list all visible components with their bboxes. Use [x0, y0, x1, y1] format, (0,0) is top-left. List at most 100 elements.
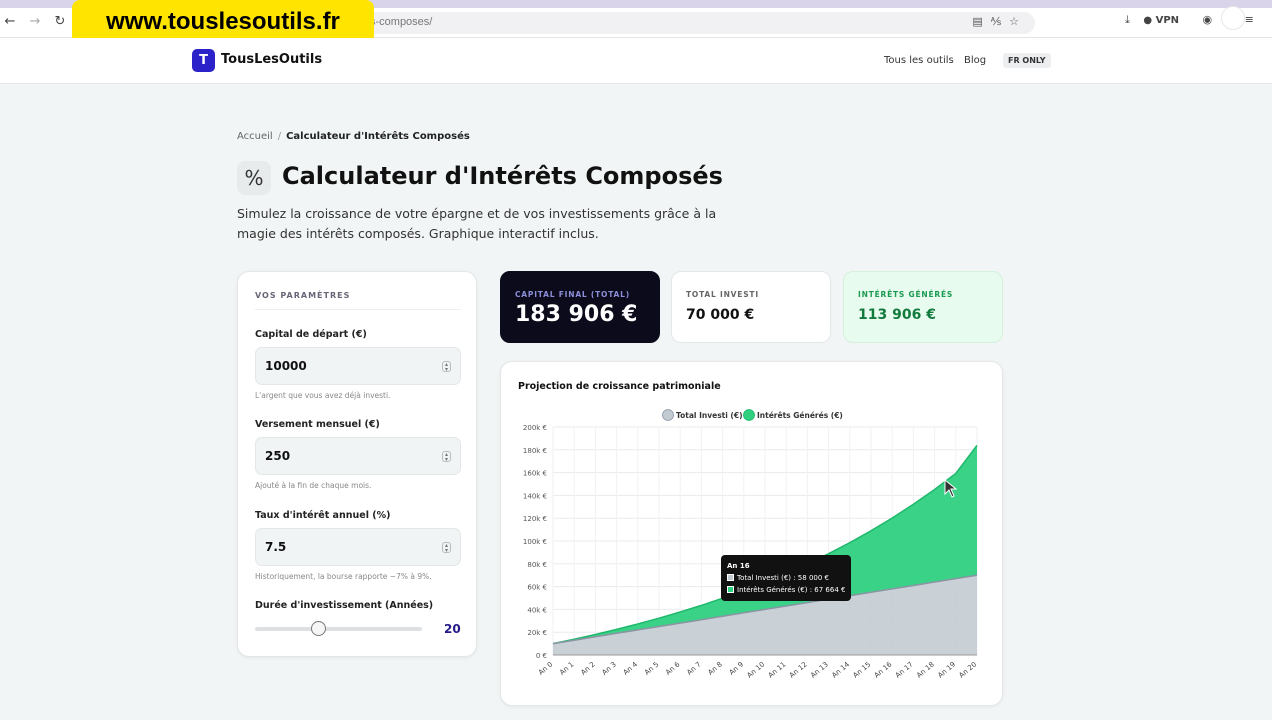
x-tick-label: An 2: [579, 660, 596, 676]
monthly-label: Versement mensuel (€): [255, 419, 380, 430]
monthly-hint: Ajouté à la fin de chaque mois.: [255, 481, 372, 490]
stat-value: 70 000 €: [686, 307, 755, 323]
nav-link-blog[interactable]: Blog: [964, 55, 986, 66]
y-tick-label: 100k €: [523, 538, 547, 546]
reader-icon: ▤: [972, 15, 991, 28]
y-tick-label: 0 €: [536, 652, 547, 660]
page-description: Simulez la croissance de votre épargne e…: [237, 206, 717, 241]
translate-icon: ⅍: [990, 15, 1010, 28]
tooltip-line-invested: Total Investi (€) : 58 000 €: [727, 572, 845, 584]
x-tick-label: An 4: [622, 660, 640, 677]
extension-icon[interactable]: ◉: [1203, 13, 1213, 26]
x-tick-label: An 3: [601, 660, 618, 676]
spinner-icon[interactable]: ▴ ▾: [442, 542, 451, 554]
x-tick-label: An 11: [767, 660, 788, 679]
x-tick-label: An 17: [894, 660, 915, 679]
y-tick-label: 20k €: [527, 629, 547, 637]
y-tick-label: 120k €: [523, 515, 547, 523]
capital-hint: L'argent que vous avez déjà investi.: [255, 391, 391, 400]
star-icon: ☆: [1009, 15, 1027, 28]
y-tick-label: 140k €: [523, 492, 547, 500]
swatch-invested: [727, 574, 734, 581]
y-tick-label: 40k €: [527, 606, 547, 614]
legend-swatch-interest: [743, 409, 755, 421]
breadcrumb-home[interactable]: Accueil: [237, 131, 273, 142]
profile-avatar[interactable]: [1221, 6, 1245, 30]
rate-label: Taux d'intérêt annuel (%): [255, 510, 391, 521]
y-tick-label: 60k €: [527, 584, 547, 592]
chart-tooltip: An 16 Total Investi (€) : 58 000 € Intér…: [721, 555, 852, 601]
back-icon[interactable]: ←: [2, 14, 18, 30]
x-tick-label: An 5: [643, 660, 660, 676]
section-label: VOS PARAMÈTRES: [255, 291, 351, 300]
rate-input[interactable]: 7.5 ▴ ▾: [255, 528, 461, 566]
menu-icon[interactable]: ≡: [1245, 13, 1254, 26]
legend-label-invested: Total Investi (€): [676, 411, 743, 420]
x-tick-label: An 13: [809, 660, 830, 679]
stat-total-invested: TOTAL INVESTI 70 000 €: [671, 271, 831, 343]
y-tick-label: 200k €: [523, 424, 547, 432]
x-tick-label: An 10: [746, 660, 767, 679]
tooltip-line-interest: Intérêts Générés (€) : 67 664 €: [727, 584, 845, 596]
stat-label: CAPITAL FINAL (TOTAL): [515, 290, 630, 299]
stat-label: TOTAL INVESTI: [686, 290, 759, 299]
x-tick-label: An 0: [537, 660, 554, 676]
capital-value: 10000: [265, 359, 307, 373]
x-tick-label: An 1: [558, 660, 575, 676]
x-tick-label: An 19: [936, 660, 957, 679]
x-tick-label: An 16: [873, 660, 894, 680]
y-tick-label: 180k €: [523, 447, 547, 455]
vpn-badge[interactable]: ● VPN: [1143, 15, 1189, 26]
logo-icon[interactable]: T: [192, 49, 215, 72]
stat-final-capital: CAPITAL FINAL (TOTAL) 183 906 €: [500, 271, 660, 343]
url-text: s-composes/: [370, 16, 433, 28]
y-tick-label: 160k €: [523, 470, 547, 478]
breadcrumb: Accueil / Calculateur d'Intérêts Composés: [237, 131, 470, 142]
reload-icon[interactable]: ↻: [52, 14, 68, 30]
capital-input[interactable]: 10000 ▴ ▾: [255, 347, 461, 385]
duration-slider-track[interactable]: [255, 627, 422, 631]
x-tick-label: An 8: [707, 660, 724, 676]
address-bar-icons[interactable]: ▤⅍☆: [972, 15, 1027, 28]
breadcrumb-separator: /: [277, 131, 282, 142]
duration-slider-thumb[interactable]: [310, 621, 326, 636]
x-tick-label: An 7: [685, 660, 702, 676]
address-bar[interactable]: s-composes/ ▤⅍☆: [300, 12, 1035, 34]
percent-icon: %: [237, 161, 271, 195]
legend-label-interest: Intérêts Générés (€): [757, 411, 843, 420]
divider: [255, 309, 461, 310]
forward-icon[interactable]: →: [27, 14, 43, 30]
x-tick-label: An 18: [915, 660, 936, 679]
page-title: Calculateur d'Intérêts Composés: [282, 162, 723, 190]
download-icon[interactable]: ⤓: [1125, 13, 1130, 27]
x-tick-label: An 12: [788, 660, 809, 679]
chart-card: Projection de croissance patrimoniale 0 …: [500, 361, 1003, 706]
x-tick-label: An 6: [664, 660, 682, 677]
stat-value: 183 906 €: [515, 302, 638, 327]
legend-swatch-invested: [662, 409, 674, 421]
rate-value: 7.5: [265, 540, 287, 554]
breadcrumb-current: Calculateur d'Intérêts Composés: [286, 131, 470, 142]
parameters-card: VOS PARAMÈTRES Capital de départ (€) 100…: [237, 271, 477, 657]
stat-interest: INTÉRÊTS GÉNÉRÉS 113 906 €: [843, 271, 1003, 343]
x-tick-label: An 15: [852, 660, 873, 679]
stat-value: 113 906 €: [858, 307, 936, 323]
stat-label: INTÉRÊTS GÉNÉRÉS: [858, 290, 954, 299]
duration-value: 20: [444, 622, 461, 636]
nav-link-all-tools[interactable]: Tous les outils: [884, 55, 954, 66]
monthly-value: 250: [265, 449, 291, 463]
capital-label: Capital de départ (€): [255, 329, 367, 340]
monthly-input[interactable]: 250 ▴ ▾: [255, 437, 461, 475]
site-header: T TousLesOutils Tous les outils Blog FR …: [0, 38, 1272, 84]
swatch-interest: [727, 586, 734, 593]
x-tick-label: An 14: [830, 660, 851, 680]
y-tick-label: 80k €: [527, 561, 547, 569]
tooltip-title: An 16: [727, 562, 750, 570]
duration-label: Durée d'investissement (Années): [255, 600, 434, 611]
growth-chart[interactable]: 0 € 20k € 40k € 60k € 80k € 100k € 120k € 140k …: [501, 362, 1004, 707]
logo-text[interactable]: TousLesOutils: [221, 52, 322, 67]
spinner-icon[interactable]: ▴ ▾: [442, 361, 451, 373]
spinner-icon[interactable]: ▴ ▾: [442, 451, 451, 463]
x-tick-label: An 9: [728, 660, 745, 676]
x-tick-label: An 20: [958, 660, 979, 679]
